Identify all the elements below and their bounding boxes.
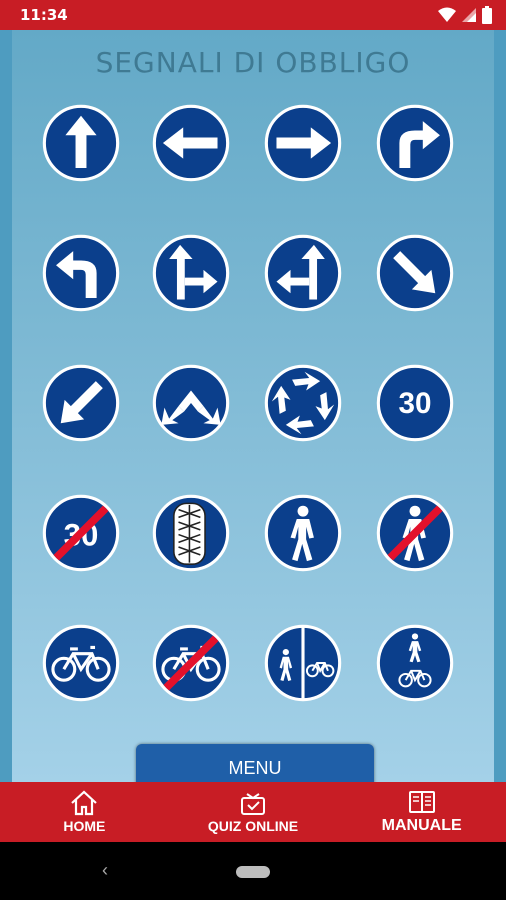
- sign-keep-right[interactable]: [376, 234, 454, 312]
- sign-pass-either-side[interactable]: [152, 364, 230, 442]
- sign-straight-or-left[interactable]: [264, 234, 342, 312]
- sign-straight-ahead[interactable]: [42, 104, 120, 182]
- sign-split-pedestrian-cycle[interactable]: [264, 624, 342, 702]
- nav-home[interactable]: HOME: [0, 782, 169, 842]
- sign-turn-left-ahead[interactable]: [42, 234, 120, 312]
- sign-end-pedestrian-path[interactable]: [376, 494, 454, 572]
- sign-turn-left[interactable]: [152, 104, 230, 182]
- sign-end-minimum-speed-30[interactable]: 30: [42, 494, 120, 572]
- sign-keep-left[interactable]: [42, 364, 120, 442]
- speed-value-text: 30: [399, 387, 432, 420]
- back-icon[interactable]: ‹: [102, 860, 108, 881]
- sign-pedestrian-path[interactable]: [264, 494, 342, 572]
- sign-roundabout[interactable]: [264, 364, 342, 442]
- nav-quiz-online[interactable]: QUIZ ONLINE: [169, 782, 338, 842]
- sign-straight-or-right[interactable]: [152, 234, 230, 312]
- sign-shared-pedestrian-cycle[interactable]: [376, 624, 454, 702]
- nav-quiz-label: QUIZ ONLINE: [207, 818, 299, 834]
- sign-turn-right[interactable]: [264, 104, 342, 182]
- sign-end-cycle-path[interactable]: [152, 624, 230, 702]
- menu-button[interactable]: MENU: [136, 744, 374, 782]
- nav-manuale-label: MANUALE: [381, 817, 462, 834]
- content-area: SEGNALI DI OBBLIGO 30 MENU: [0, 30, 506, 782]
- sign-minimum-speed-30[interactable]: 30: [376, 364, 454, 442]
- battery-icon: [482, 6, 492, 24]
- page-title: SEGNALI DI OBBLIGO: [95, 46, 411, 79]
- sign-turn-right-ahead[interactable]: [376, 104, 454, 182]
- quiz-icon: [241, 793, 265, 815]
- home-pill-icon[interactable]: [236, 866, 270, 878]
- status-icons: [438, 6, 492, 24]
- sign-snow-chains[interactable]: [152, 494, 230, 572]
- nav-home-label: HOME: [63, 818, 106, 834]
- signal-icon: [462, 8, 476, 22]
- status-time: 11:34: [20, 6, 68, 24]
- nav-manuale[interactable]: MANUALE: [337, 782, 506, 842]
- manual-book-icon: [408, 791, 435, 813]
- wifi-icon: [438, 7, 456, 22]
- home-icon: [71, 790, 98, 816]
- sign-cycle-path[interactable]: [42, 624, 120, 702]
- system-nav-bar: ‹: [0, 842, 506, 900]
- status-bar: 11:34: [0, 0, 506, 30]
- bottom-nav: HOME QUIZ ONLINE MANUALE: [0, 782, 506, 842]
